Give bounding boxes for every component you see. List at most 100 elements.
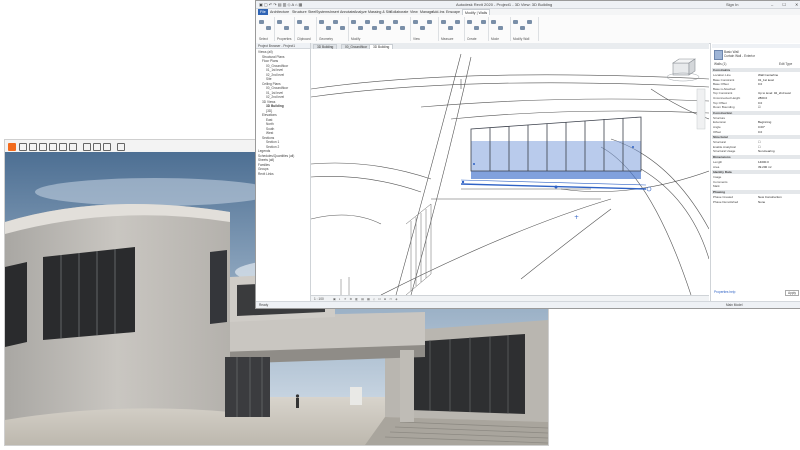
ribbon-tool-icon[interactable]: [513, 20, 518, 24]
ribbon-tool-icon[interactable]: [386, 26, 391, 30]
ribbon-tool-icon[interactable]: [520, 26, 525, 30]
properties-row[interactable]: Room Bounding ☑: [713, 105, 799, 109]
properties-help-link[interactable]: Properties help: [714, 290, 735, 294]
ribbon-tool-icon[interactable]: [259, 20, 264, 24]
ribbon-tool-icon[interactable]: [333, 20, 338, 24]
ribbon-tool-icon[interactable]: [351, 20, 356, 24]
active-workset[interactable]: Main Model: [726, 303, 742, 307]
camera-icon[interactable]: [49, 143, 57, 151]
properties-row[interactable]: Extension Beginning: [713, 120, 799, 124]
browser-item[interactable]: Sheets (all): [258, 158, 274, 162]
properties-row[interactable]: Structural ☐: [713, 140, 799, 144]
cube-icon[interactable]: [29, 143, 37, 151]
view-control-icons[interactable]: ▣ ◐ ☀ ⚙ ◧ ▤ ▦ ◇ ⊡ ⊞ ▭ ◈: [333, 297, 399, 301]
ribbon-tool-icon[interactable]: [297, 20, 302, 24]
settings-icon[interactable]: [59, 143, 67, 151]
ribbon-tool-icon[interactable]: [481, 20, 486, 24]
properties-row[interactable]: Top Offset 0.0: [713, 101, 799, 105]
property-value[interactable]: Beginning: [758, 120, 771, 124]
type-subname[interactable]: Curtain Wall - Exterior: [724, 54, 755, 58]
browser-item[interactable]: East: [266, 118, 272, 122]
browser-item[interactable]: West: [266, 131, 273, 135]
ribbon-tool-icon[interactable]: [372, 26, 377, 30]
browser-item[interactable]: Structural Plans: [262, 55, 285, 59]
properties-row[interactable]: Comments: [713, 180, 799, 184]
properties-row[interactable]: Phase Demolished None: [713, 200, 799, 204]
browser-item[interactable]: Families: [258, 163, 270, 167]
sync-icon[interactable]: [19, 143, 27, 151]
browser-item[interactable]: 02_2nd level: [266, 73, 284, 77]
properties-row[interactable]: Unconnected Height 2800.0: [713, 96, 799, 100]
property-value[interactable]: Wall Centerline: [758, 73, 778, 77]
property-value[interactable]: 14000.0: [758, 160, 769, 164]
ribbon-tool-icon[interactable]: [455, 20, 460, 24]
browser-item[interactable]: Schedules/Quantities (all): [258, 154, 294, 158]
property-value[interactable]: 0.0: [758, 82, 762, 86]
property-value[interactable]: 01_1st level: [758, 78, 774, 82]
video-icon[interactable]: [93, 143, 101, 151]
property-value[interactable]: 2800.0: [758, 96, 767, 100]
browser-item[interactable]: Groups: [258, 167, 268, 171]
properties-row[interactable]: Image: [713, 175, 799, 179]
quick-access-toolbar[interactable]: ▣ ▢ ↶ ↷ ▤ ▥ ◇ A ⌂ ▦: [259, 2, 302, 7]
properties-row[interactable]: Enable Analytical ☐: [713, 145, 799, 149]
browser-item[interactable]: Legends: [258, 149, 270, 153]
browser-item[interactable]: Sections: [262, 136, 274, 140]
property-value[interactable]: 39.200 m²: [758, 165, 772, 169]
properties-section-header[interactable]: Construction: [712, 110, 800, 115]
ribbon-tool-icon[interactable]: [393, 20, 398, 24]
screenshot-icon[interactable]: [83, 143, 91, 151]
property-value[interactable]: None: [758, 200, 765, 204]
browser-item[interactable]: 01_1st level: [266, 91, 283, 95]
property-value[interactable]: New Construction: [758, 195, 782, 199]
property-value[interactable]: ☐: [758, 140, 761, 144]
views-icon[interactable]: [117, 143, 125, 151]
ribbon-tool-icon[interactable]: [527, 20, 532, 24]
browser-item[interactable]: Site: [266, 77, 272, 81]
view-icon[interactable]: [39, 143, 47, 151]
properties-row[interactable]: Location Line Wall Centerline: [713, 73, 799, 77]
3d-view-canvas[interactable]: +: [311, 49, 709, 295]
ribbon-tool-icon[interactable]: [441, 20, 446, 24]
properties-row[interactable]: Structural Usage Non-bearing: [713, 149, 799, 153]
ribbon-tool-icon[interactable]: [277, 20, 282, 24]
ribbon-tool-icon[interactable]: [427, 20, 432, 24]
property-value[interactable]: ☑: [758, 105, 761, 109]
apply-button[interactable]: Apply: [785, 290, 799, 296]
property-value[interactable]: 0.0: [758, 101, 762, 105]
ribbon-tool-icon[interactable]: [319, 20, 324, 24]
properties-row[interactable]: Top Constraint Up to level: 02_2nd level: [713, 91, 799, 95]
browser-item[interactable]: 01_1st level: [266, 68, 283, 72]
ribbon-tool-icon[interactable]: [413, 20, 418, 24]
ribbon-tool-icon[interactable]: [365, 20, 370, 24]
properties-row[interactable]: Area 39.200 m²: [713, 165, 799, 169]
instance-selector[interactable]: Walls (1): [714, 62, 726, 66]
properties-section-header[interactable]: Identity Data: [712, 170, 800, 175]
properties-row[interactable]: Length 14000.0: [713, 160, 799, 164]
properties-section-header[interactable]: Dimensions: [712, 155, 800, 159]
sign-in-link[interactable]: Sign In: [726, 2, 738, 7]
property-value[interactable]: 0.0: [758, 130, 762, 134]
ribbon-tool-icon[interactable]: [420, 26, 425, 30]
properties-section-header[interactable]: Phasing: [712, 190, 800, 194]
ribbon-tool-icon[interactable]: [326, 26, 331, 30]
ribbon-tool-icon[interactable]: [284, 26, 289, 30]
properties-row[interactable]: Phase Created New Construction: [713, 195, 799, 199]
enscape-logo-icon[interactable]: [8, 143, 16, 151]
ribbon-tool-icon[interactable]: [491, 20, 496, 24]
ribbon-tool-icon[interactable]: [304, 26, 309, 30]
browser-item[interactable]: 3D Views: [262, 100, 275, 104]
ribbon-tool-icon[interactable]: [379, 20, 384, 24]
properties-row[interactable]: Base Constraint 01_1st level: [713, 78, 799, 82]
property-value[interactable]: Non-bearing: [758, 149, 775, 153]
ribbon-tool-icon[interactable]: [340, 26, 345, 30]
ribbon-tool-icon[interactable]: [448, 26, 453, 30]
asset-library-icon[interactable]: [103, 143, 111, 151]
browser-item[interactable]: Floor Plans: [262, 59, 278, 63]
ribbon-tool-icon[interactable]: [467, 20, 472, 24]
ribbon-tool-icon[interactable]: [266, 26, 271, 30]
properties-row[interactable]: Base is Attached: [713, 87, 799, 91]
browser-item[interactable]: 02_2nd level: [266, 95, 284, 99]
properties-row[interactable]: Structure: [713, 116, 799, 120]
browser-item[interactable]: Section 1: [266, 140, 279, 144]
